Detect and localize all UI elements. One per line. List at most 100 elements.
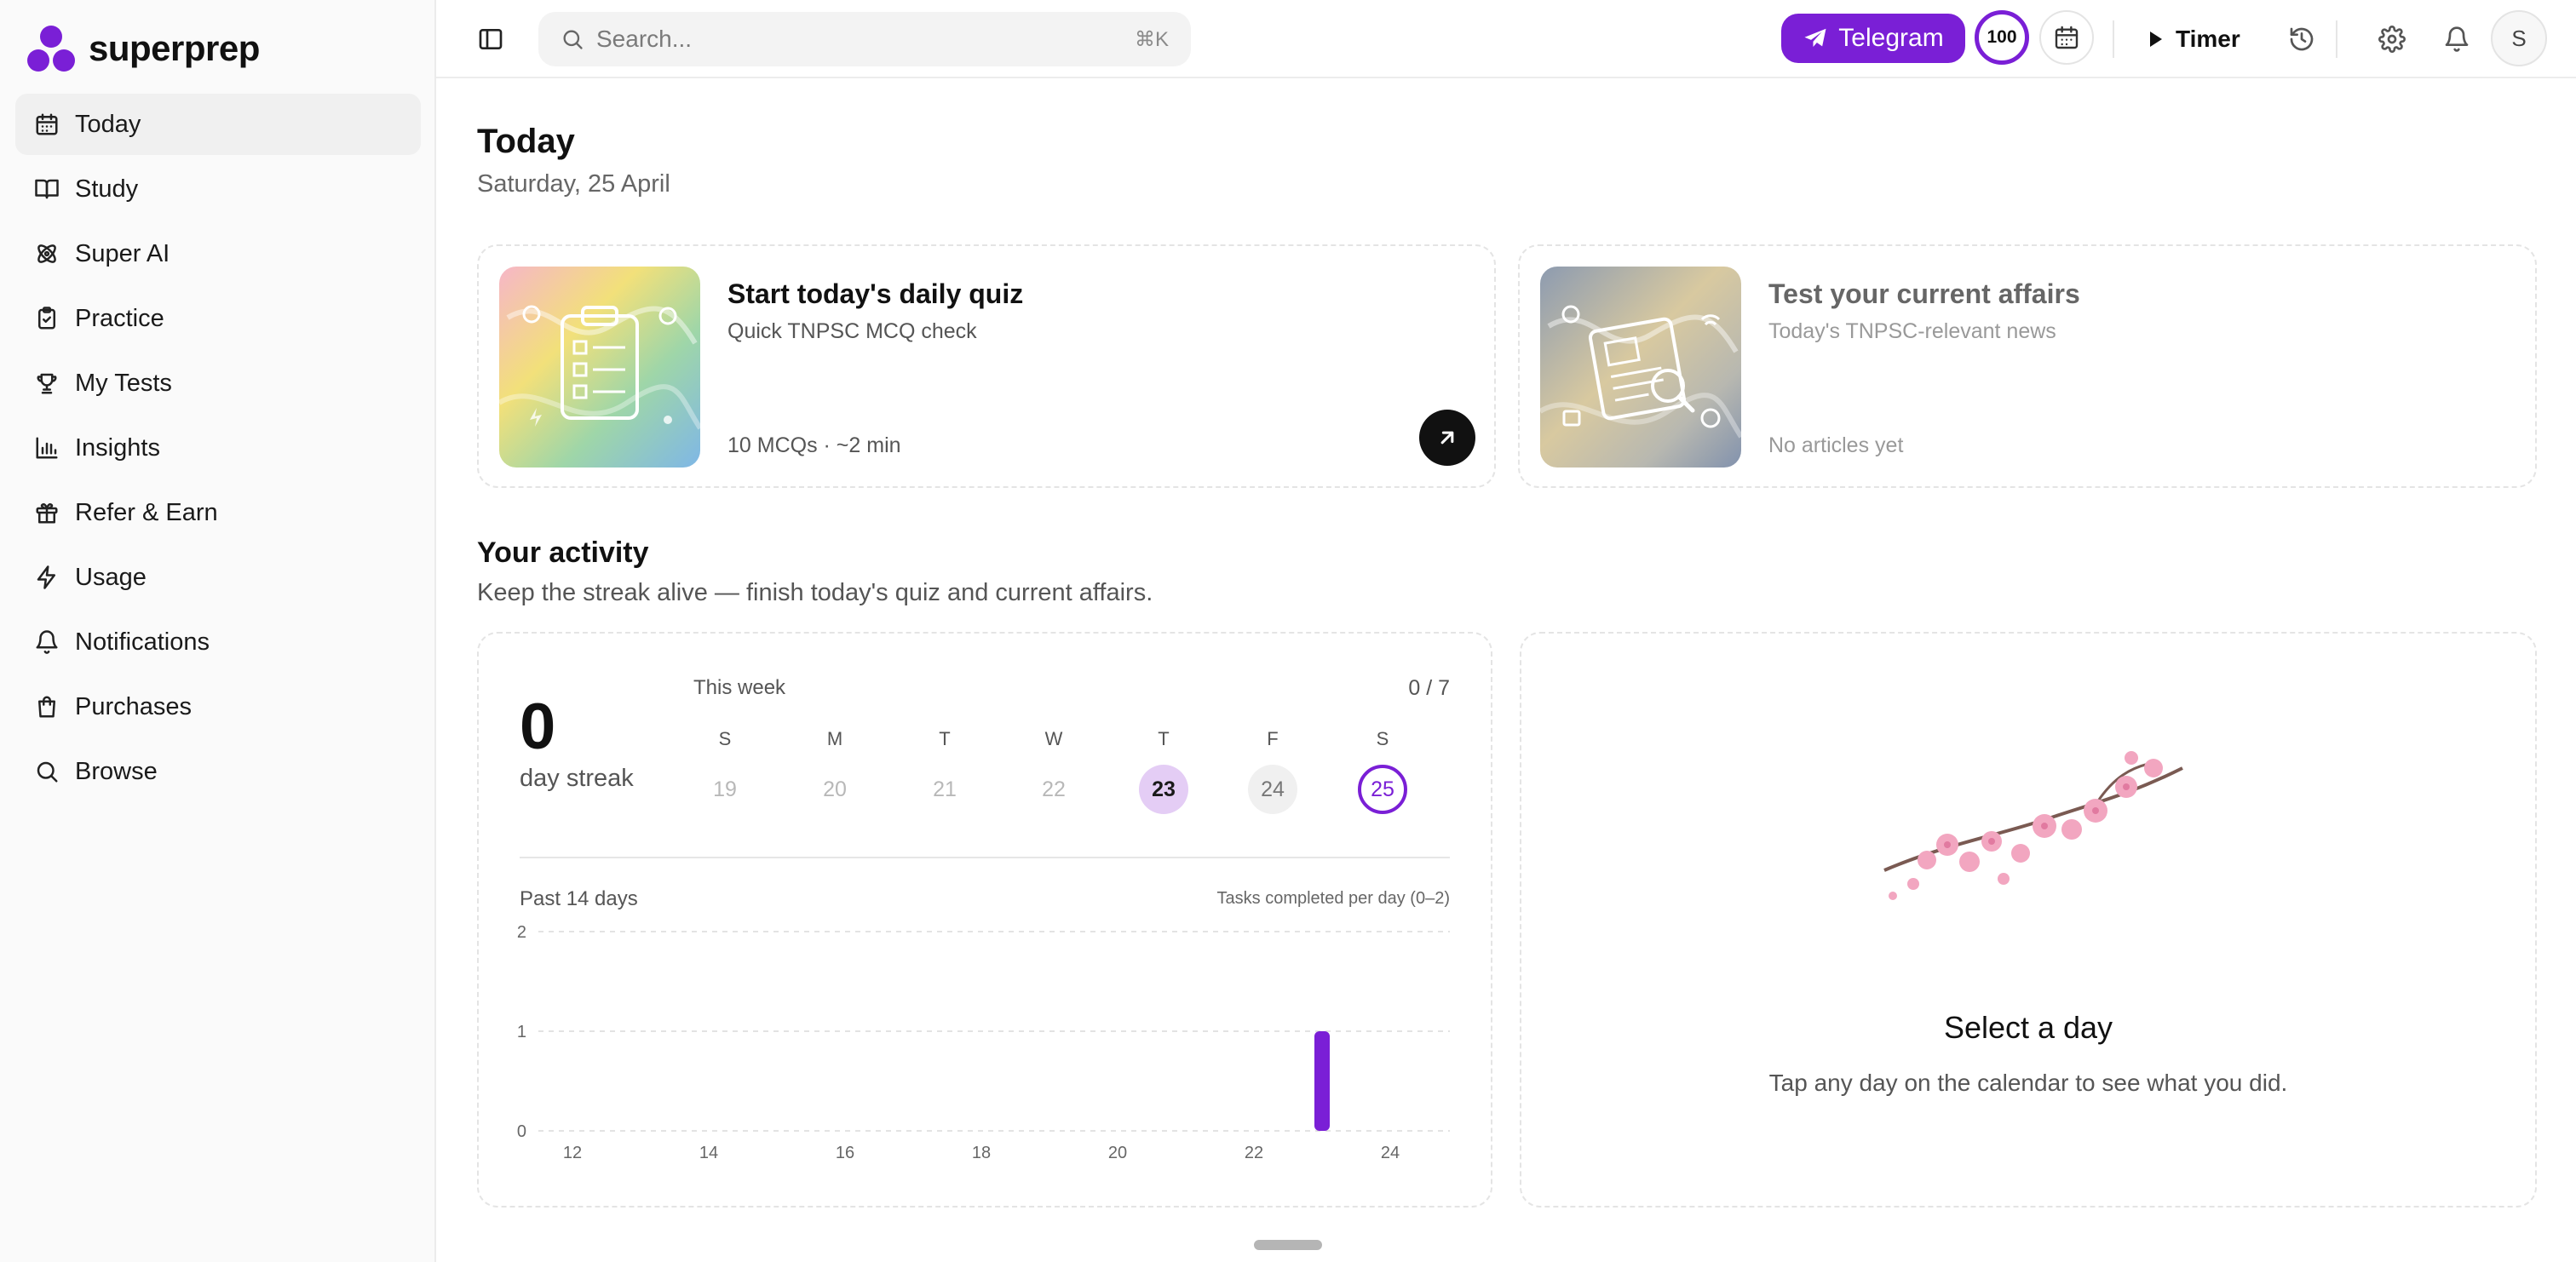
play-icon [2150, 32, 2162, 47]
current-affairs-card-title: Test your current affairs [1768, 278, 2080, 309]
day-letter: M [826, 728, 843, 749]
bar-chart-icon [36, 437, 58, 459]
lightning-icon [37, 565, 55, 589]
current-affairs-card-subtitle: Today's TNPSC-relevant news [1768, 319, 2056, 343]
sidebar-item-label: Insights [75, 433, 160, 462]
day-letter: F [1267, 728, 1279, 749]
week-day: W 22 [1027, 726, 1080, 814]
search-icon [563, 30, 583, 49]
sidebar-item-label: Super AI [75, 239, 170, 267]
sidebar-item-today[interactable]: Today [15, 94, 421, 155]
x-tick-label: 20 [1108, 1144, 1127, 1162]
bell-icon [2445, 26, 2469, 52]
y-tick-label: 1 [517, 1023, 526, 1041]
sidebar-item-label: Purchases [75, 692, 193, 720]
sidebar-item-usage[interactable]: Usage [15, 547, 421, 608]
sidebar-item-label: Refer & Earn [75, 498, 218, 526]
week-calendar: S 19 M 20 T 21 W 22 T 23 F 24 S 25 [699, 726, 1448, 819]
day-number[interactable]: 22 [1029, 765, 1078, 814]
start-quiz-button[interactable] [1419, 410, 1475, 466]
scroll-handle[interactable] [1254, 1240, 1322, 1250]
search-input[interactable] [596, 26, 1135, 53]
y-tick-label: 0 [517, 1122, 526, 1141]
activity-card: 0 day streak This week 0 / 7 S 19 M 20 T… [477, 632, 1492, 1208]
notifications-button[interactable] [2440, 22, 2474, 56]
week-count: 0 / 7 [1408, 676, 1450, 700]
daily-quiz-card[interactable]: Start today's daily quiz Quick TNPSC MCQ… [477, 244, 1496, 488]
day-number[interactable]: 25 [1358, 765, 1407, 814]
telegram-label: Telegram [1838, 24, 1944, 52]
sidebar-item-my-tests[interactable]: My Tests [15, 353, 421, 414]
day-detail-card: Select a day Tap any day on the calendar… [1520, 632, 2537, 1208]
day-number[interactable]: 23 [1139, 765, 1188, 814]
search-bar[interactable]: ⌘K [538, 12, 1191, 66]
day-letter: T [1158, 728, 1170, 749]
chart-note: Tasks completed per day (0–2) [1216, 889, 1450, 908]
sidebar-item-label: Browse [75, 757, 158, 785]
gift-icon [36, 503, 58, 524]
page-title: Today [477, 123, 575, 160]
sidebar-item-notifications[interactable]: Notifications [15, 611, 421, 673]
sidebar: superprep Today Study Super AI Practice … [0, 0, 436, 1262]
avatar[interactable]: S [2491, 10, 2547, 66]
day-number[interactable]: 21 [920, 765, 969, 814]
brand[interactable]: superprep [26, 24, 260, 73]
day-number[interactable]: 24 [1248, 765, 1297, 814]
sidebar-item-insights[interactable]: Insights [15, 417, 421, 479]
sidebar-item-practice[interactable]: Practice [15, 288, 421, 349]
streak-label: day streak [520, 765, 634, 792]
atom-icon [37, 244, 56, 263]
chart-bar[interactable] [1314, 1031, 1330, 1131]
day-panel-title: Select a day [1943, 1010, 2113, 1045]
sidebar-nav: Today Study Super AI Practice My Tests I… [15, 94, 421, 806]
day-letter: S [718, 728, 732, 749]
activity-divider [520, 857, 1450, 858]
calendar-icon [36, 113, 58, 135]
week-day: T 21 [918, 726, 971, 814]
sidebar-item-browse[interactable]: Browse [15, 741, 421, 802]
topbar-divider [2113, 20, 2114, 58]
x-tick-label: 22 [1245, 1144, 1263, 1162]
paper-plane-icon [1804, 28, 1826, 47]
sidebar-item-purchases[interactable]: Purchases [15, 676, 421, 737]
activity-section-title: Your activity [477, 536, 649, 569]
sidebar-item-label: Today [75, 110, 141, 138]
calendar-button[interactable] [2039, 10, 2094, 65]
sidebar-toggle-button[interactable] [475, 24, 506, 54]
sidebar-item-study[interactable]: Study [15, 158, 421, 220]
activity-bar-chart: 01212 14 16 18 20 22 24 [517, 923, 1450, 1162]
y-tick-label: 2 [517, 923, 526, 942]
points-badge[interactable]: 100 [1975, 10, 2029, 65]
shopping-bag-icon [38, 696, 55, 718]
current-affairs-card[interactable]: Test your current affairs Today's TNPSC-… [1518, 244, 2537, 488]
sidebar-item-refer-earn[interactable]: Refer & Earn [15, 482, 421, 543]
bell-icon [36, 630, 58, 654]
clipboard-icon [38, 307, 55, 330]
x-tick-label: 18 [972, 1144, 991, 1162]
clipboard-checklist-icon [499, 267, 700, 468]
x-tick-label: 14 [699, 1144, 718, 1162]
sidebar-item-label: Practice [75, 304, 164, 332]
day-number[interactable]: 19 [700, 765, 750, 814]
settings-button[interactable] [2375, 22, 2409, 56]
week-day: T 23 [1137, 726, 1190, 814]
history-icon [2290, 27, 2314, 51]
day-panel-subtitle: Tap any day on the calendar to see what … [1768, 1070, 2288, 1096]
history-button[interactable] [2285, 22, 2319, 56]
sidebar-item-label: Study [75, 175, 139, 203]
timer-button[interactable]: Timer [2133, 15, 2252, 63]
x-tick-label: 12 [563, 1144, 582, 1162]
week-label: This week [693, 676, 786, 699]
page-date: Saturday, 25 April [477, 170, 670, 198]
day-letter: T [939, 728, 951, 749]
calendar-icon [2055, 26, 2079, 49]
quiz-card-subtitle: Quick TNPSC MCQ check [727, 319, 977, 343]
sidebar-item-super-ai[interactable]: Super AI [15, 223, 421, 284]
sidebar-item-label: Notifications [75, 628, 210, 656]
cherry-blossom-illustration [1883, 751, 2183, 900]
sidebar-toggle-icon [479, 29, 503, 49]
telegram-button[interactable]: Telegram [1781, 14, 1965, 63]
quiz-card-title: Start today's daily quiz [727, 278, 1024, 309]
search-icon [37, 761, 58, 783]
day-number[interactable]: 20 [810, 765, 860, 814]
